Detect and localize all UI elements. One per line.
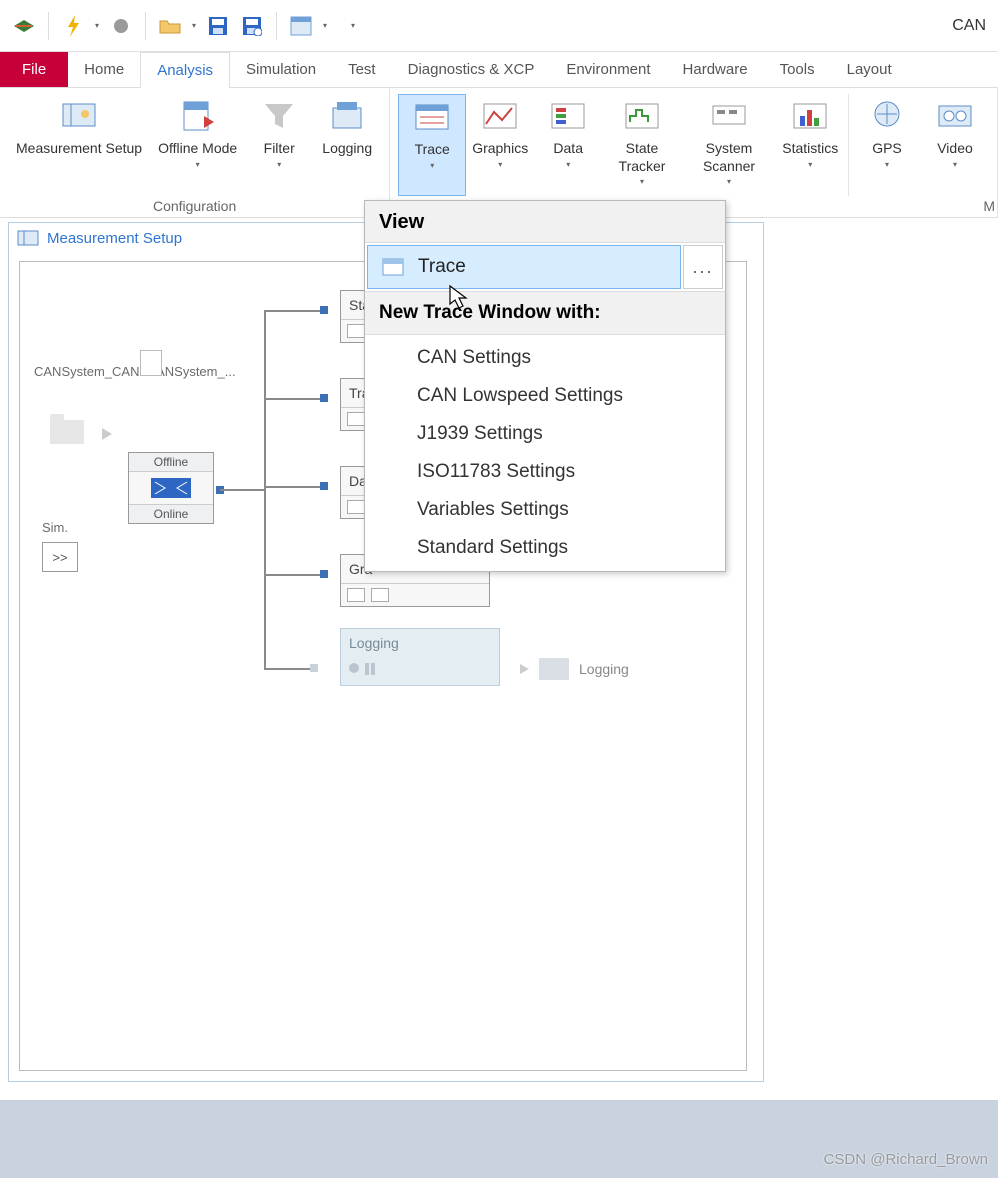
dropdown-icon[interactable]: ▾ (321, 17, 329, 34)
folder-icon (50, 420, 84, 444)
ribbon-group-main: Trace ▾ Graphics ▾ Data ▾ State Tracker … (390, 88, 998, 217)
ribbon-group-label: Configuration (0, 196, 389, 217)
trace-button[interactable]: Trace ▾ (398, 94, 466, 196)
tab-file[interactable]: File (0, 52, 68, 88)
state-tracker-button[interactable]: State Tracker ▾ (602, 94, 682, 196)
button-label: Logging (322, 140, 372, 158)
trace-dropdown-popup: View Trace ... New Trace Window with: CA… (364, 200, 726, 572)
system-scanner-button[interactable]: System Scanner ▾ (682, 94, 776, 196)
popup-item-label: Trace (418, 256, 466, 278)
button-label: Offline Mode (158, 140, 237, 158)
statistics-button[interactable]: Statistics ▾ (776, 94, 844, 196)
open-folder-icon[interactable] (156, 12, 184, 40)
dropdown-icon[interactable]: ▾ (93, 17, 101, 34)
arrow-icon (102, 428, 112, 440)
tab-tools[interactable]: Tools (764, 52, 831, 88)
ribbon: Measurement Setup Offline Mode ▾ Filter … (0, 88, 998, 218)
app-logo-icon[interactable] (10, 12, 38, 40)
panel-title: Measurement Setup (47, 230, 182, 247)
dropdown-icon: ▾ (196, 160, 200, 170)
button-label: GPS (872, 140, 902, 158)
button-label: Statistics (782, 140, 838, 158)
arrow-icon (520, 664, 529, 674)
popup-option-can-settings[interactable]: CAN Settings (365, 339, 725, 377)
dropdown-icon: ▾ (727, 177, 731, 187)
popup-option-can-lowspeed[interactable]: CAN Lowspeed Settings (365, 377, 725, 415)
popup-item-trace[interactable]: Trace (367, 245, 681, 289)
record-dot-icon (349, 663, 359, 673)
tab-hardware[interactable]: Hardware (667, 52, 764, 88)
popup-option-j1939[interactable]: J1939 Settings (365, 415, 725, 453)
sim-label: Sim. (42, 520, 68, 535)
dropdown-icon: ▾ (430, 161, 434, 171)
tab-test[interactable]: Test (332, 52, 392, 88)
data-button[interactable]: Data ▾ (534, 94, 602, 196)
can-system-label: CANSystem_CAN1CANSystem_... (34, 364, 144, 380)
pause-icon (365, 663, 375, 675)
logging-out-label: Logging (579, 661, 629, 677)
setup-icon (17, 229, 39, 247)
button-label: Trace (415, 141, 450, 159)
button-label: State Tracker (610, 140, 674, 175)
customize-qat-icon[interactable]: ▾ (349, 17, 357, 34)
popup-options-list: CAN Settings CAN Lowspeed Settings J1939… (365, 335, 725, 571)
button-label: Measurement Setup (16, 140, 142, 158)
node-title: Logging (341, 629, 499, 657)
tab-bar: File Home Analysis Simulation Test Diagn… (0, 52, 998, 88)
offline-label: Offline (129, 453, 213, 472)
tab-layout[interactable]: Layout (831, 52, 908, 88)
graphics-button[interactable]: Graphics ▾ (466, 94, 534, 196)
lightning-icon[interactable] (59, 12, 87, 40)
window-icon (382, 258, 404, 276)
popup-more-button[interactable]: ... (683, 245, 723, 289)
dropdown-icon: ▾ (953, 160, 957, 170)
logging-button[interactable]: Logging (313, 94, 381, 196)
folder-icon (539, 658, 569, 680)
record-icon[interactable] (107, 12, 135, 40)
dropdown-icon: ▾ (885, 160, 889, 170)
quick-access-toolbar: ▾ ▾ ▾ ▾ CAN (0, 0, 998, 52)
button-label: Graphics (472, 140, 528, 158)
gps-button[interactable]: GPS ▾ (853, 94, 921, 196)
tab-diagnostics[interactable]: Diagnostics & XCP (392, 52, 551, 88)
popup-option-iso11783[interactable]: ISO11783 Settings (365, 453, 725, 491)
dropdown-icon: ▾ (808, 160, 812, 170)
dropdown-icon[interactable]: ▾ (190, 17, 198, 34)
tab-analysis[interactable]: Analysis (140, 52, 230, 88)
tab-home[interactable]: Home (68, 52, 140, 88)
popup-option-variables[interactable]: Variables Settings (365, 491, 725, 529)
save-as-icon[interactable] (238, 12, 266, 40)
button-label: Video (937, 140, 973, 158)
measurement-setup-button[interactable]: Measurement Setup (8, 94, 150, 196)
watermark: CSDN @Richard_Brown (824, 1151, 988, 1168)
tab-environment[interactable]: Environment (550, 52, 666, 88)
tab-simulation[interactable]: Simulation (230, 52, 332, 88)
save-icon[interactable] (204, 12, 232, 40)
popup-option-standard[interactable]: Standard Settings (365, 529, 725, 567)
dropdown-icon: ▾ (566, 160, 570, 170)
dropdown-icon: ▾ (640, 177, 644, 187)
filter-button[interactable]: Filter ▾ (245, 94, 313, 196)
button-label: System Scanner (690, 140, 768, 175)
popup-section-new-trace: New Trace Window with: (365, 291, 725, 335)
online-label: Online (129, 504, 213, 523)
window-icon[interactable] (287, 12, 315, 40)
button-label: Data (553, 140, 583, 158)
dropdown-icon: ▾ (498, 160, 502, 170)
ribbon-group-configuration: Measurement Setup Offline Mode ▾ Filter … (0, 88, 390, 217)
video-button[interactable]: Video ▾ (921, 94, 989, 196)
app-title-fragment: CAN (952, 17, 988, 35)
button-label: Filter (264, 140, 295, 158)
offline-online-block[interactable]: Offline Online (128, 452, 214, 524)
popup-section-view: View (365, 201, 725, 243)
offline-mode-button[interactable]: Offline Mode ▾ (150, 94, 245, 196)
sim-box[interactable]: >> (42, 542, 78, 572)
dropdown-icon: ▾ (277, 160, 281, 170)
logging-output: Logging (520, 658, 629, 680)
diagram-node-logging[interactable]: Logging (340, 628, 500, 686)
document-icon (140, 350, 162, 376)
